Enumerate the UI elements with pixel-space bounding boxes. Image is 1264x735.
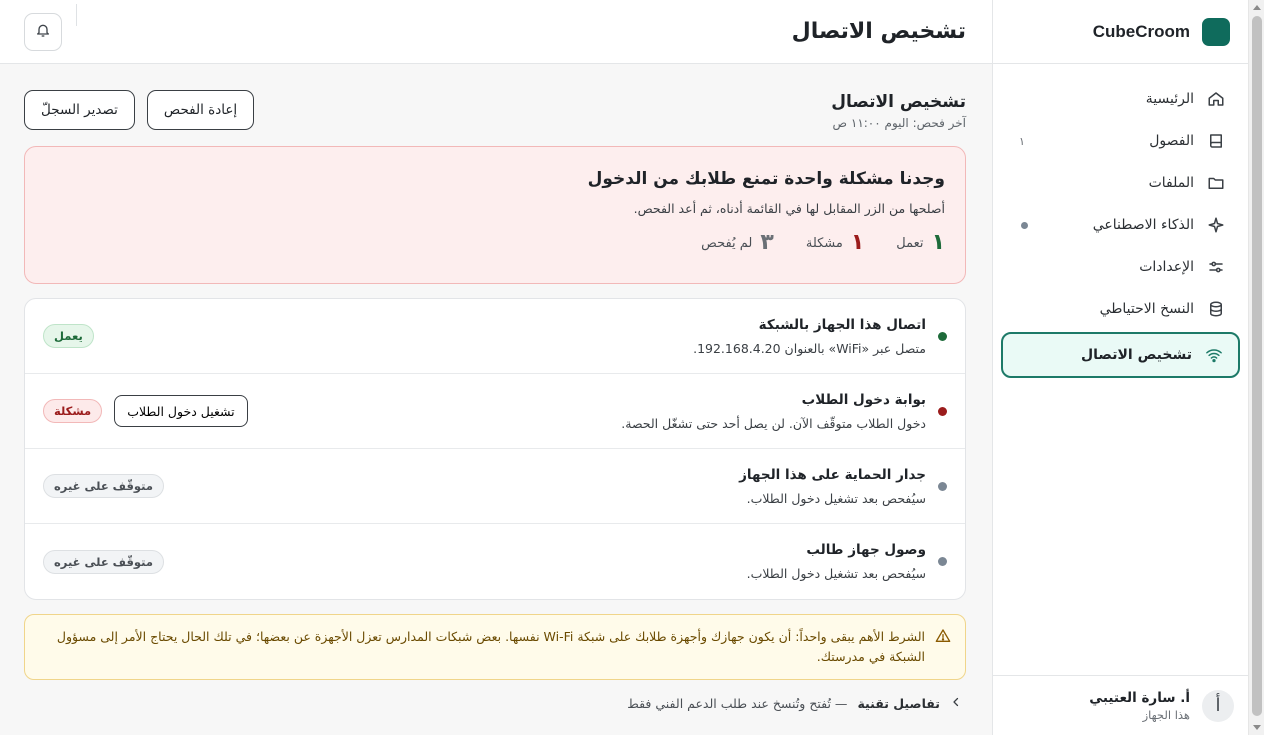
sidebar-item-label: الذكاء الاصطناعي <box>1092 217 1194 233</box>
stat-problem: ١ مشكلة <box>806 232 864 254</box>
sidebar-item-files[interactable]: الملفات <box>1001 162 1240 204</box>
status-badge: متوقّف على غيره <box>43 474 164 498</box>
sidebar-nav: الرئيسية الفصول ١ الملفات الذكاء الاصطنا… <box>993 64 1248 378</box>
classes-count: ١ <box>1019 134 1025 148</box>
export-log-button[interactable]: تصدير السجلّ <box>24 90 135 130</box>
avatar: أ <box>1202 689 1234 722</box>
technical-details-subtitle: — تُفتح وتُنسخ عند طلب الدعم الفني فقط <box>627 696 848 711</box>
stat-working: ١ تعمل <box>896 232 945 254</box>
stat-unchecked: ٣ لم يُفحص <box>701 232 774 254</box>
sidebar-item-home[interactable]: الرئيسية <box>1001 78 1240 120</box>
sidebar-item-label: النسخ الاحتياطي <box>1099 301 1194 317</box>
sidebar-item-label: الفصول <box>1149 133 1194 149</box>
technical-details-title: تفاصيل تقنية <box>857 696 940 711</box>
stat-number: ٣ <box>760 230 774 255</box>
sidebar-item-backup[interactable]: النسخ الاحتياطي <box>1001 288 1240 330</box>
sidebar-item-classes[interactable]: الفصول ١ <box>1001 120 1240 162</box>
status-dot-ok <box>938 331 947 341</box>
sidebar-item-settings[interactable]: الإعدادات <box>1001 246 1240 288</box>
top-header: تشخيص الاتصال <box>0 0 992 64</box>
check-row-firewall: جدار الحماية على هذا الجهاز سيُفحص بعد ت… <box>25 449 965 524</box>
check-description: سيُفحص بعد تشغيل دخول الطلاب. <box>746 490 926 506</box>
rescan-button[interactable]: إعادة الفحص <box>146 90 255 130</box>
section-title: تشخيص الاتصال <box>831 92 966 112</box>
status-dot-pending <box>938 557 947 566</box>
sliders-icon <box>1206 257 1226 277</box>
check-description: دخول الطلاب متوقّف الآن. لن يصل أحد حتى … <box>621 415 926 431</box>
database-icon <box>1206 299 1226 319</box>
technical-details-toggle[interactable]: تفاصيل تقنية — تُفتح وتُنسخ عند طلب الدع… <box>24 696 966 711</box>
sidebar-item-label: الإعدادات <box>1139 259 1194 275</box>
status-dot-pending <box>938 481 947 491</box>
scroll-down-icon[interactable] <box>1253 725 1261 730</box>
check-description: متصل عبر «WiFi» بالعنوان 192.168.4.20. <box>693 340 926 356</box>
home-icon <box>1206 89 1226 109</box>
sidebar-item-ai[interactable]: الذكاء الاصطناعي <box>1001 204 1240 246</box>
section-actions: إعادة الفحص تصدير السجلّ <box>24 90 255 130</box>
sidebar: CubeCroom الرئيسية الفصول ١ الملفات الذك… <box>992 0 1248 735</box>
wifi-warning-note: الشرط الأهم يبقى واحداً: أن يكون جهازك و… <box>24 614 966 680</box>
ai-status-dot <box>1021 221 1028 229</box>
user-profile[interactable]: أ أ. سارة العتيبي هذا الجهاز <box>992 675 1248 735</box>
check-stats: ١ تعمل ١ مشكلة ٣ لم يُفحص <box>45 232 945 254</box>
wifi-icon <box>1204 345 1224 365</box>
page-title: تشخيص الاتصال <box>791 19 966 44</box>
check-row-student-gateway: بوابة دخول الطلاب دخول الطلاب متوقّف الآ… <box>25 374 965 449</box>
check-title: جدار الحماية على هذا الجهاز <box>739 466 926 483</box>
user-name: أ. سارة العتيبي <box>1089 689 1190 706</box>
stat-label: مشكلة <box>805 235 843 251</box>
scroll-up-icon[interactable] <box>1253 5 1261 10</box>
stat-number: ١ <box>850 230 865 255</box>
check-row-network: اتصال هذا الجهاز بالشبكة متصل عبر «WiFi»… <box>25 299 965 374</box>
main-content: تشخيص الاتصال آخر فحص: اليوم ١١:٠٠ ص إعا… <box>0 64 992 735</box>
start-student-access-button[interactable]: تشغيل دخول الطلاب <box>114 395 248 427</box>
alert-title: وجدنا مشكلة واحدة تمنع طلابك من الدخول <box>587 169 945 189</box>
check-title: بوابة دخول الطلاب <box>801 391 926 408</box>
chevron-left-icon <box>950 696 962 711</box>
user-device: هذا الجهاز <box>1142 707 1190 722</box>
check-row-student-device: وصول جهاز طالب سيُفحص بعد تشغيل دخول الط… <box>25 524 965 599</box>
brand-logo <box>1202 17 1230 46</box>
sidebar-item-label: تشخيص الاتصال <box>1081 347 1192 363</box>
problem-alert: وجدنا مشكلة واحدة تمنع طلابك من الدخول أ… <box>24 146 966 284</box>
check-title: اتصال هذا الجهاز بالشبكة <box>758 316 926 333</box>
stat-number: ١ <box>931 230 945 255</box>
warning-icon <box>935 628 951 648</box>
section-header: تشخيص الاتصال آخر فحص: اليوم ١١:٠٠ ص إعا… <box>24 90 966 130</box>
checks-list: اتصال هذا الجهاز بالشبكة متصل عبر «WiFi»… <box>24 298 966 600</box>
stat-label: لم يُفحص <box>701 235 753 251</box>
check-description: سيُفحص بعد تشغيل دخول الطلاب. <box>746 566 926 581</box>
status-badge: متوقّف على غيره <box>43 549 164 574</box>
status-dot-problem <box>938 406 947 416</box>
alert-description: أصلحها من الزر المقابل لها في القائمة أد… <box>633 201 945 216</box>
scrollbar-thumb[interactable] <box>1252 16 1262 716</box>
status-badge: مشكلة <box>43 399 103 423</box>
last-check-time: آخر فحص: اليوم ١١:٠٠ ص <box>832 116 966 130</box>
status-badge: يعمل <box>43 324 94 348</box>
check-title: وصول جهاز طالب <box>806 542 926 558</box>
notifications-button[interactable] <box>24 12 62 51</box>
page-scrollbar[interactable] <box>1248 0 1264 735</box>
note-text: الشرط الأهم يبقى واحداً: أن يكون جهازك و… <box>56 629 925 664</box>
brand-name: CubeCroom <box>1092 21 1190 41</box>
folder-icon <box>1206 173 1226 193</box>
brand: CubeCroom <box>993 0 1248 64</box>
sidebar-item-label: الملفات <box>1148 175 1194 191</box>
sidebar-item-label: الرئيسية <box>1145 91 1194 107</box>
bell-icon <box>35 22 51 42</box>
header-divider <box>76 4 77 26</box>
sparkle-icon <box>1206 215 1226 235</box>
app-window: CubeCroom الرئيسية الفصول ١ الملفات الذك… <box>0 0 1248 735</box>
sidebar-item-diagnostics[interactable]: تشخيص الاتصال <box>1001 332 1240 378</box>
stat-label: تعمل <box>896 235 924 251</box>
book-icon <box>1206 131 1226 151</box>
